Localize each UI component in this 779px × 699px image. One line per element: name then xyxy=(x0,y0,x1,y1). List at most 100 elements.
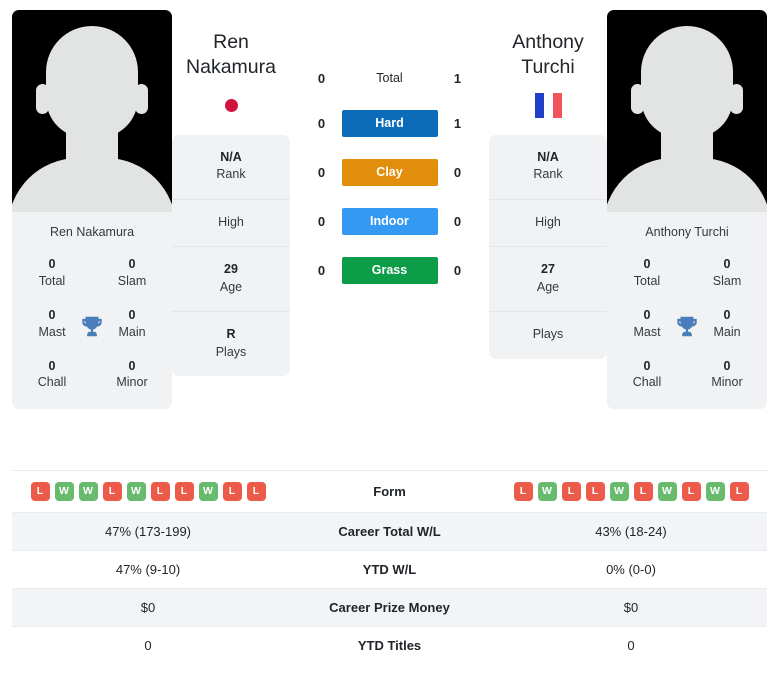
player-comparison-header: Ren Nakamura 0 Total 0 Slam 0 Mast 0 Mai… xyxy=(0,0,779,470)
h2h-clay-right-score: 0 xyxy=(453,165,462,180)
h2h-total-right-score: 1 xyxy=(453,70,462,86)
flag-france-icon xyxy=(534,93,562,119)
flag-france-blue xyxy=(534,93,544,119)
right-title-slam-label: Slam xyxy=(712,273,742,288)
right-title-main-label: Main xyxy=(713,324,741,339)
form-badge-l: L xyxy=(681,482,701,501)
avatar-ear-left-icon xyxy=(36,84,49,114)
left-player-card[interactable]: Ren Nakamura 0 Total 0 Slam 0 Mast 0 Mai… xyxy=(12,10,172,410)
h2h-row-total: 0 Total 1 xyxy=(290,68,489,88)
right-career-prize-money: $0 xyxy=(623,600,639,615)
stat-label-form: Form xyxy=(373,484,406,499)
right-info-plays-label: Plays xyxy=(532,327,564,342)
right-title-main-value: 0 xyxy=(723,307,731,322)
form-badge-l: L xyxy=(246,482,266,501)
form-badge-w: W xyxy=(705,482,725,501)
left-info-age: 29 Age xyxy=(172,247,290,313)
form-badge-w: W xyxy=(126,482,146,501)
h2h-row-grass: 0 Grass 0 xyxy=(290,257,489,284)
h2h-hard-badge[interactable]: Hard xyxy=(341,110,438,137)
left-title-chall-value: 0 xyxy=(48,358,56,373)
left-ytd-titles: 0 xyxy=(144,638,152,653)
left-title-total-label: Total xyxy=(38,273,66,288)
left-title-slam-value: 0 xyxy=(128,257,136,271)
right-player-photo-column: Anthony Turchi 0 Total 0 Slam 0 Mast 0 M… xyxy=(607,10,767,410)
form-badge-l: L xyxy=(222,482,242,501)
h2h-indoor-left-score: 0 xyxy=(317,214,326,229)
avatar-silhouette-icon xyxy=(641,26,733,138)
stat-label-ytd-wl: YTD W/L xyxy=(362,562,417,577)
right-title-total-value: 0 xyxy=(643,257,651,271)
left-player-photo-name: Ren Nakamura xyxy=(49,225,135,239)
head-to-head-surfaces: 0 Total 1 0 Hard 1 0 Clay 0 0 Indoor 0 0… xyxy=(290,10,489,306)
right-title-chall: 0 Chall xyxy=(607,353,687,404)
form-badge-l: L xyxy=(633,482,653,501)
avatar-ear-right-icon xyxy=(135,84,148,114)
stat-label-career-total-wl: Career Total W/L xyxy=(338,524,441,539)
right-title-chall-label: Chall xyxy=(632,375,662,390)
form-badge-w: W xyxy=(198,482,218,501)
right-player-last-name: Turchi xyxy=(521,55,575,78)
left-career-prize-money: $0 xyxy=(140,600,156,615)
left-player-name: Ren Nakamura xyxy=(172,30,290,80)
left-title-chall: 0 Chall xyxy=(12,353,92,404)
avatar-body-icon xyxy=(12,158,172,212)
table-row: 47% (9-10) YTD W/L 0% (0-0) xyxy=(12,550,767,589)
right-form-strip: LWLLWLWLWL xyxy=(501,482,761,501)
right-info-age-label: Age xyxy=(536,279,560,294)
left-player-flag-wrap xyxy=(172,93,290,119)
right-info-age-value: 27 xyxy=(541,262,555,277)
right-player-photo xyxy=(607,10,767,212)
right-ytd-wl: 0% (0-0) xyxy=(606,562,656,577)
form-badge-w: W xyxy=(78,482,98,501)
h2h-clay-badge[interactable]: Clay xyxy=(341,159,438,186)
comparison-stats-table: LWWLWLLWLL Form LWLLWLWLWL 47% (173-199)… xyxy=(12,470,767,664)
form-badge-w: W xyxy=(537,482,557,501)
left-info-age-label: Age xyxy=(219,279,243,294)
form-badge-l: L xyxy=(102,482,122,501)
left-title-chall-label: Chall xyxy=(37,375,67,390)
form-badge-w: W xyxy=(609,482,629,501)
right-info-rank-value: N/A xyxy=(537,149,559,164)
left-player-photo-column: Ren Nakamura 0 Total 0 Slam 0 Mast 0 Mai… xyxy=(12,10,172,410)
left-info-rank-label: Rank xyxy=(216,167,246,182)
avatar-ear-right-icon xyxy=(730,84,743,114)
h2h-row-indoor: 0 Indoor 0 xyxy=(290,208,489,235)
left-info-high: High xyxy=(172,200,290,248)
trophy-icon xyxy=(79,314,105,340)
left-info-age-value: 29 xyxy=(224,262,238,277)
table-row: LWWLWLLWLL Form LWLLWLWLWL xyxy=(12,470,767,513)
avatar-ear-left-icon xyxy=(631,84,644,114)
right-career-total-wl: 43% (18-24) xyxy=(595,524,667,539)
h2h-indoor-badge[interactable]: Indoor xyxy=(341,208,438,235)
form-badge-l: L xyxy=(561,482,581,501)
left-title-slam: 0 Slam xyxy=(92,251,172,302)
form-badge-l: L xyxy=(513,482,533,501)
left-player-info-card: N/A Rank High 29 Age R Plays xyxy=(172,134,290,377)
right-ytd-titles: 0 xyxy=(627,638,635,653)
right-title-minor-value: 0 xyxy=(723,358,731,373)
right-player-titles-grid: 0 Total 0 Slam 0 Mast 0 Main 0 Chall 0 M… xyxy=(607,251,767,403)
flag-japan-icon xyxy=(214,94,248,118)
right-info-plays: Plays xyxy=(489,312,607,359)
left-title-slam-label: Slam xyxy=(117,273,147,288)
left-player-name-column: Ren Nakamura N/A Rank High 29 Age R Play… xyxy=(172,10,290,377)
right-player-card[interactable]: Anthony Turchi 0 Total 0 Slam 0 Mast 0 M… xyxy=(607,10,767,410)
right-player-name: Anthony Turchi xyxy=(489,30,607,80)
right-player-first-name: Anthony xyxy=(512,31,584,53)
right-title-slam: 0 Slam xyxy=(687,251,767,302)
h2h-row-hard: 0 Hard 1 xyxy=(290,110,489,137)
left-info-rank-value: N/A xyxy=(220,149,242,164)
right-player-name-column: Anthony Turchi N/A Rank High 27 Age Play… xyxy=(489,10,607,359)
form-badge-w: W xyxy=(54,482,74,501)
left-player-photo xyxy=(12,10,172,212)
right-player-flag-wrap xyxy=(489,93,607,119)
h2h-grass-badge[interactable]: Grass xyxy=(341,257,438,284)
avatar-body-icon xyxy=(607,158,767,212)
form-badge-l: L xyxy=(150,482,170,501)
left-player-last-name: Nakamura xyxy=(186,55,276,78)
h2h-hard-right-score: 1 xyxy=(453,116,462,131)
left-info-plays-label: Plays xyxy=(215,344,247,359)
right-title-slam-value: 0 xyxy=(723,257,731,271)
h2h-grass-left-score: 0 xyxy=(317,263,326,278)
